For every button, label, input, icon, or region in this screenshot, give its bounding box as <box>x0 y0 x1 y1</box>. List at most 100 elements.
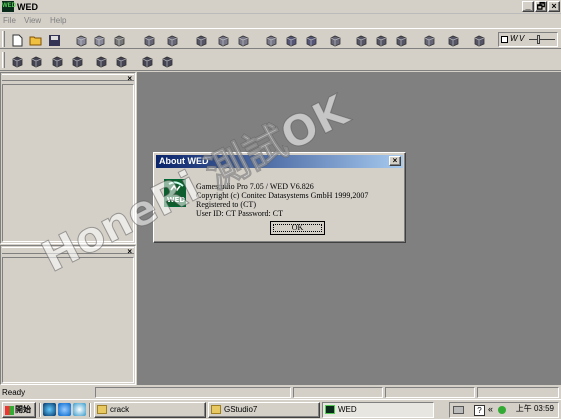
grid-button[interactable] <box>470 31 487 48</box>
paste-icon <box>94 35 105 47</box>
camera-icon <box>12 56 23 68</box>
toolbar-grip[interactable] <box>2 52 5 68</box>
status-bar: Ready <box>0 385 561 399</box>
task-label: GStudio7 <box>224 405 258 414</box>
run-button[interactable] <box>163 31 180 48</box>
cube-add-button[interactable] <box>234 31 251 48</box>
windows-logo-icon <box>5 406 14 415</box>
outlook-icon[interactable] <box>58 403 71 416</box>
script-button[interactable] <box>138 52 155 69</box>
cube-add-icon <box>238 35 249 47</box>
paste-button[interactable] <box>90 31 107 48</box>
eye-left-button[interactable] <box>48 52 65 69</box>
build-icon <box>144 35 155 47</box>
pane-content[interactable] <box>2 257 134 383</box>
new-file-icon <box>12 34 23 47</box>
pane-header[interactable]: × <box>2 247 134 256</box>
toolbar-main: W V <box>0 28 561 49</box>
status-pane <box>95 387 291 398</box>
ok-button[interactable]: OK <box>270 221 325 235</box>
shield-add-button[interactable] <box>372 31 389 48</box>
close-button[interactable]: × <box>548 1 560 12</box>
task-wed[interactable]: WED <box>322 402 434 418</box>
shield-icon <box>356 35 367 47</box>
wall-button[interactable] <box>326 31 343 48</box>
shield-remove-button[interactable] <box>392 31 409 48</box>
copy-button[interactable] <box>72 31 89 48</box>
status-pane <box>385 387 475 398</box>
dialog-registered-text: Registered to (CT) <box>196 200 256 209</box>
film-icon <box>96 56 107 68</box>
link-icon <box>424 35 435 47</box>
status-pane <box>293 387 383 398</box>
pane-content[interactable] <box>2 84 134 242</box>
taskbar-divider <box>89 403 91 417</box>
keyboard-icon[interactable] <box>453 406 464 414</box>
tray-chevron-icon[interactable]: « <box>488 404 493 414</box>
path-button[interactable] <box>282 31 299 48</box>
entity-button[interactable] <box>302 31 319 48</box>
maximize-button[interactable]: 🗗 <box>535 1 547 12</box>
eye-right-button[interactable] <box>68 52 85 69</box>
taskbar: 開始 crack GStudio7 WED ? « 上午 03:59 <box>0 399 561 419</box>
move-button[interactable] <box>192 31 209 48</box>
ie-icon[interactable] <box>43 403 56 416</box>
new-file-button[interactable] <box>8 31 25 48</box>
view-checkbox[interactable] <box>501 36 508 43</box>
toolbar-grip[interactable] <box>2 31 5 47</box>
open-folder-button[interactable] <box>26 31 43 48</box>
zoom-slider-thumb[interactable] <box>537 35 540 44</box>
task-gstudio7[interactable]: GStudio7 <box>208 402 320 418</box>
entity-icon <box>306 35 317 47</box>
dialog-title: About WED <box>159 156 209 166</box>
dialog-title-bar[interactable]: About WED × <box>156 155 403 168</box>
open-folder-icon <box>29 36 42 46</box>
undo-icon <box>114 35 125 47</box>
shield-button[interactable] <box>352 31 369 48</box>
eye-right-icon <box>72 56 83 68</box>
pane-close-icon[interactable]: × <box>127 248 132 256</box>
menu-file[interactable]: File <box>3 14 16 27</box>
wed-icon <box>325 405 335 414</box>
network-icon[interactable] <box>498 406 506 414</box>
path-icon <box>286 35 297 47</box>
pane-header[interactable]: × <box>2 74 134 83</box>
app-icon[interactable]: WED <box>2 1 16 12</box>
eye-button[interactable] <box>27 52 44 69</box>
menu-help[interactable]: Help <box>50 14 66 27</box>
film-button[interactable] <box>92 52 109 69</box>
pane-close-icon[interactable]: × <box>127 75 132 83</box>
map-button[interactable] <box>444 31 461 48</box>
taskbar-divider <box>39 403 41 417</box>
folder-icon <box>211 405 221 414</box>
help-icon[interactable]: ? <box>474 405 485 416</box>
view-v-label: V <box>519 34 525 43</box>
desktop-icon[interactable] <box>73 403 86 416</box>
wall-icon <box>330 35 341 47</box>
task-crack[interactable]: crack <box>94 402 206 418</box>
start-button[interactable]: 開始 <box>2 402 36 418</box>
task-label: WED <box>338 405 357 414</box>
start-label: 開始 <box>15 405 31 414</box>
light-button[interactable] <box>262 31 279 48</box>
dialog-close-button[interactable]: × <box>389 156 401 166</box>
clock[interactable]: 上午 03:59 <box>516 403 554 414</box>
link-button[interactable] <box>420 31 437 48</box>
minimize-button[interactable]: _ <box>522 1 534 12</box>
eye-left-icon <box>52 56 63 68</box>
script-run-button[interactable] <box>158 52 175 69</box>
zoom-slider[interactable] <box>529 39 555 40</box>
title-bar: WED WED _ 🗗 × <box>0 0 561 14</box>
view-toggle-group: W V <box>498 32 558 47</box>
cube-button[interactable] <box>214 31 231 48</box>
copy-icon <box>76 35 87 47</box>
camera-button[interactable] <box>8 52 25 69</box>
save-button[interactable] <box>45 31 62 48</box>
system-tray: ? « 上午 03:59 <box>449 402 559 418</box>
menu-view[interactable]: View <box>24 14 41 27</box>
build-button[interactable] <box>140 31 157 48</box>
undo-button[interactable] <box>110 31 127 48</box>
svg-text:WED: WED <box>167 196 186 204</box>
dialog-copyright-text: Copyright (c) Conitec Datasystems GmbH 1… <box>196 191 369 200</box>
film-play-button[interactable] <box>112 52 129 69</box>
